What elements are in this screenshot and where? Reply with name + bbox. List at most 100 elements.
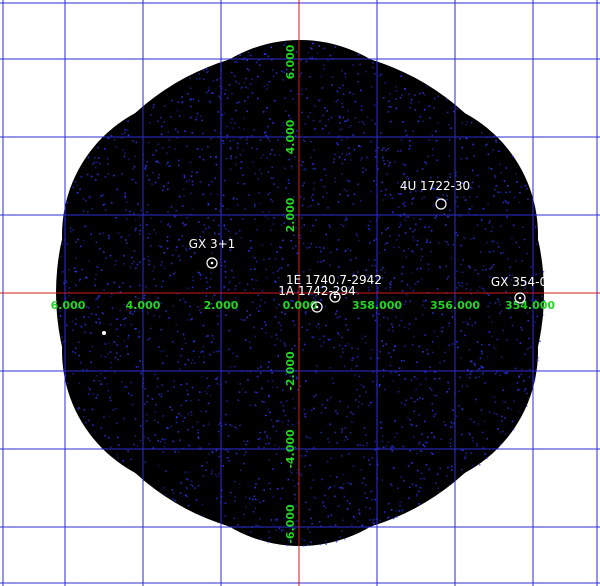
noise-speck bbox=[210, 341, 213, 344]
noise-speck bbox=[432, 351, 434, 354]
noise-speck bbox=[412, 236, 415, 238]
noise-speck bbox=[449, 442, 452, 444]
noise-speck bbox=[382, 156, 384, 159]
noise-speck bbox=[488, 316, 491, 319]
noise-speck bbox=[245, 391, 247, 393]
noise-speck bbox=[336, 316, 339, 319]
noise-speck bbox=[423, 196, 425, 198]
noise-speck bbox=[151, 398, 154, 400]
noise-speck bbox=[104, 148, 106, 150]
noise-speck bbox=[313, 496, 315, 499]
noise-speck bbox=[329, 486, 331, 489]
noise-speck bbox=[133, 250, 136, 252]
noise-speck bbox=[335, 410, 337, 412]
noise-speck bbox=[466, 137, 468, 140]
noise-speck bbox=[460, 263, 462, 266]
noise-speck bbox=[166, 355, 168, 357]
noise-speck bbox=[80, 325, 83, 328]
noise-speck bbox=[184, 301, 187, 303]
noise-speck bbox=[394, 160, 396, 163]
noise-speck bbox=[273, 523, 275, 526]
noise-speck bbox=[129, 266, 132, 269]
noise-speck bbox=[166, 427, 168, 429]
noise-speck bbox=[300, 226, 303, 229]
noise-speck bbox=[163, 105, 166, 107]
noise-speck bbox=[527, 320, 530, 322]
noise-speck bbox=[358, 375, 361, 378]
noise-speck bbox=[448, 322, 450, 324]
noise-speck bbox=[89, 388, 91, 391]
noise-speck bbox=[391, 484, 393, 487]
noise-speck bbox=[318, 45, 320, 47]
noise-speck bbox=[327, 339, 330, 341]
noise-speck bbox=[121, 173, 123, 175]
noise-speck bbox=[360, 145, 362, 148]
noise-speck bbox=[187, 393, 189, 396]
noise-speck bbox=[230, 218, 232, 221]
noise-speck bbox=[162, 280, 164, 283]
noise-speck bbox=[348, 126, 350, 129]
noise-speck bbox=[301, 161, 304, 163]
noise-speck bbox=[222, 205, 224, 207]
noise-speck bbox=[392, 380, 394, 382]
noise-speck bbox=[497, 428, 499, 430]
noise-speck bbox=[266, 157, 268, 159]
noise-speck bbox=[150, 114, 152, 116]
noise-speck bbox=[268, 80, 271, 83]
noise-speck bbox=[343, 439, 346, 442]
noise-speck bbox=[92, 163, 94, 165]
noise-speck bbox=[380, 190, 383, 192]
noise-speck bbox=[240, 86, 243, 89]
noise-speck bbox=[267, 408, 270, 411]
noise-speck bbox=[258, 192, 261, 194]
noise-speck bbox=[216, 383, 219, 385]
noise-speck bbox=[90, 175, 93, 178]
noise-speck bbox=[319, 120, 321, 123]
noise-speck bbox=[115, 422, 118, 424]
noise-speck bbox=[339, 122, 341, 124]
noise-speck bbox=[424, 307, 426, 310]
noise-speck bbox=[131, 313, 134, 316]
noise-speck bbox=[247, 51, 250, 54]
noise-speck bbox=[130, 256, 133, 259]
noise-speck bbox=[524, 388, 527, 390]
noise-speck bbox=[100, 354, 102, 357]
noise-speck bbox=[197, 484, 200, 487]
noise-speck bbox=[419, 267, 422, 270]
noise-speck bbox=[149, 439, 151, 442]
noise-speck bbox=[129, 312, 131, 315]
noise-speck bbox=[397, 150, 400, 153]
noise-speck bbox=[104, 203, 106, 205]
noise-speck bbox=[339, 129, 341, 131]
noise-speck bbox=[404, 201, 406, 204]
noise-speck bbox=[290, 167, 293, 169]
noise-speck bbox=[205, 228, 207, 230]
noise-speck bbox=[170, 425, 173, 428]
noise-speck bbox=[203, 224, 206, 226]
noise-speck bbox=[234, 500, 236, 502]
noise-speck bbox=[436, 159, 438, 162]
noise-speck bbox=[451, 469, 453, 471]
latitude-tick-label: 2.000 bbox=[284, 197, 297, 232]
noise-speck bbox=[211, 181, 213, 183]
noise-speck bbox=[389, 92, 391, 95]
noise-speck bbox=[153, 103, 155, 106]
noise-speck bbox=[243, 117, 245, 120]
noise-speck bbox=[313, 336, 315, 338]
noise-speck bbox=[395, 90, 398, 92]
noise-speck bbox=[312, 479, 315, 481]
noise-speck bbox=[96, 297, 99, 300]
noise-speck bbox=[506, 202, 509, 204]
noise-speck bbox=[322, 48, 325, 50]
noise-speck bbox=[263, 489, 265, 491]
noise-speck bbox=[403, 359, 405, 362]
noise-speck bbox=[365, 506, 367, 508]
noise-speck bbox=[222, 140, 224, 142]
noise-speck bbox=[214, 378, 217, 380]
noise-speck bbox=[328, 224, 331, 226]
noise-speck bbox=[366, 156, 368, 159]
noise-speck bbox=[191, 426, 194, 428]
noise-speck bbox=[243, 440, 245, 442]
noise-speck bbox=[303, 520, 305, 523]
noise-speck bbox=[394, 420, 396, 422]
